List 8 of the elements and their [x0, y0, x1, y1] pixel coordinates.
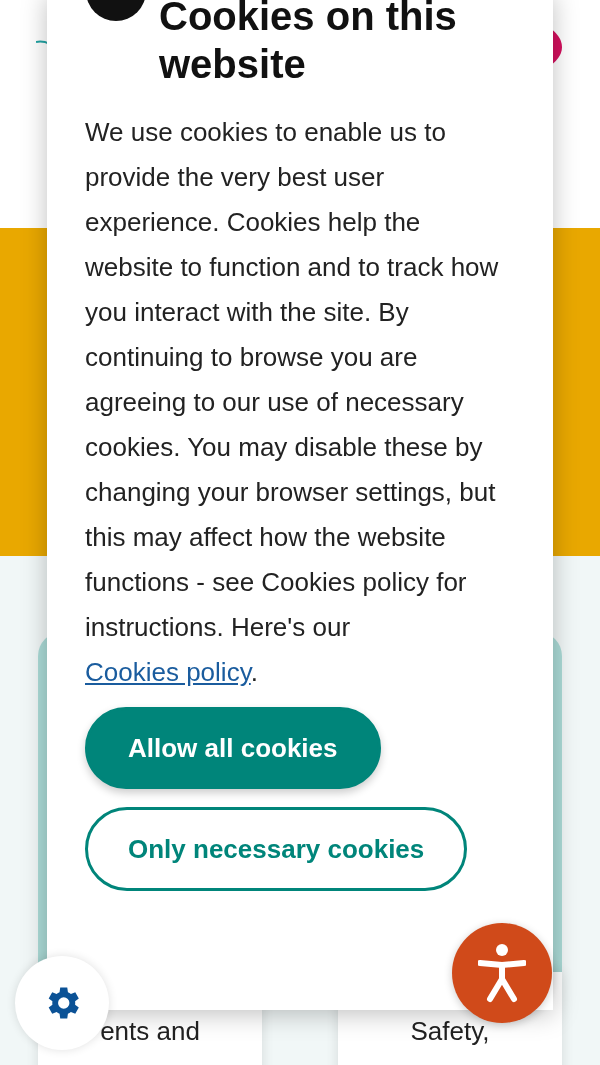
allow-all-button[interactable]: Allow all cookies: [85, 707, 381, 789]
dialog-text: We use cookies to enable us to provide the very best user experience. Cookies help the website to function and to track how you interact with the site. By continuing to browse you are agreeing to our use of necessary cookies. You may disable these by changing your browser settings, but this may affect how the website functions - see Cookies policy for instructions. Here's our Cookies policy.: [85, 116, 500, 689]
dialog-title: Cookies on this website: [159, 0, 458, 88]
card-title: Safety,: [410, 1016, 490, 1048]
necessary-only-button[interactable]: Only necessary cookies: [85, 807, 468, 891]
card-title: ents and: [100, 1016, 200, 1048]
cookies-policy-link[interactable]: Cookies policy: [85, 657, 251, 687]
accessibility-icon: [478, 943, 526, 1003]
